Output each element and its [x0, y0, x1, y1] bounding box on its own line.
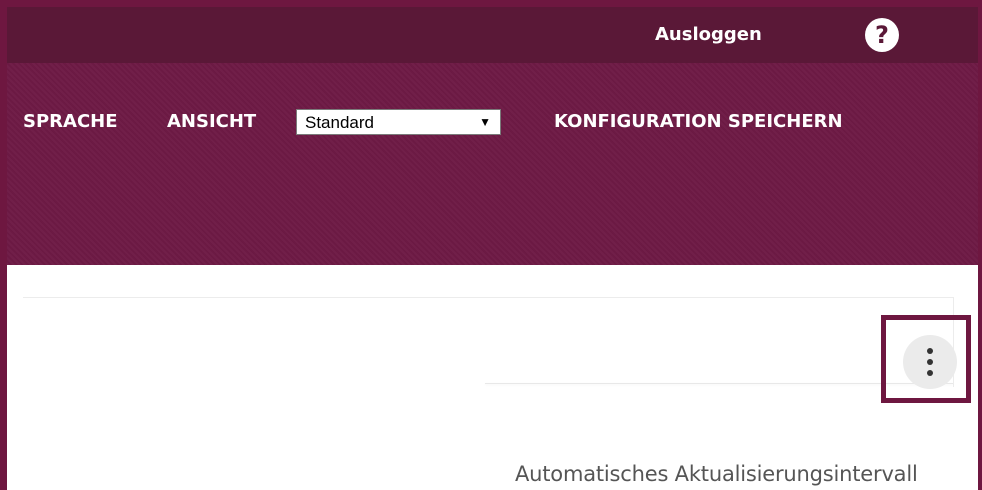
main-navigation: SPRACHE ANSICHT Standard ▼ KONFIGURATION…: [7, 63, 978, 265]
auto-refresh-interval-label: Automatisches Aktualisierungsintervall: [515, 462, 918, 486]
app-frame: Ausloggen ? SPRACHE ANSICHT Standard ▼ K…: [0, 0, 982, 490]
help-icon[interactable]: ?: [865, 18, 899, 52]
panel-divider: [23, 297, 953, 298]
view-label: ANSICHT: [167, 111, 257, 132]
dropdown-arrow-icon: ▼: [479, 115, 491, 129]
view-select[interactable]: Standard ▼: [296, 109, 501, 135]
save-configuration-link[interactable]: KONFIGURATION SPEICHERN: [554, 111, 843, 132]
top-bar: Ausloggen ?: [7, 7, 978, 63]
language-menu[interactable]: SPRACHE: [23, 111, 118, 132]
highlight-frame: [881, 315, 971, 403]
view-select-value: Standard: [305, 113, 374, 132]
content-area: Automatisches Aktualisierungsintervall: [7, 265, 978, 490]
logout-link[interactable]: Ausloggen: [655, 24, 762, 45]
